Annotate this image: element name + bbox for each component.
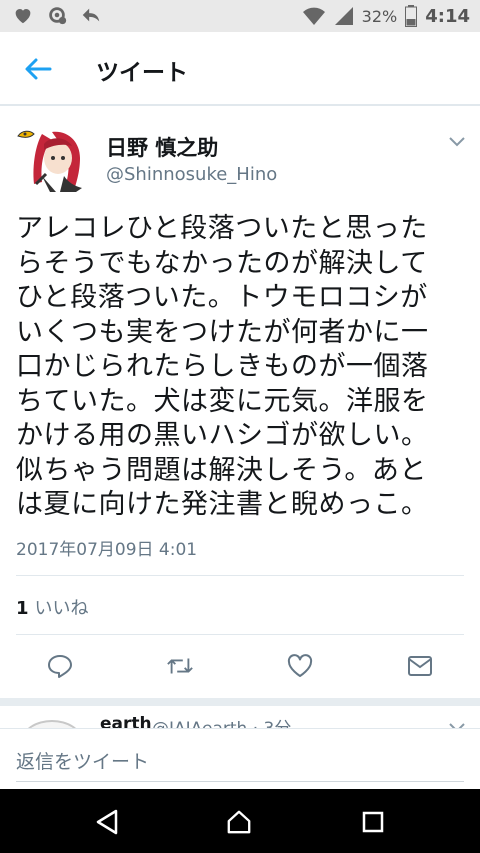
message-icon bbox=[408, 656, 432, 676]
avatar-illustration bbox=[16, 124, 90, 192]
next-tweet-user-name: earth bbox=[100, 714, 152, 728]
nav-back-button[interactable] bbox=[94, 809, 120, 835]
page-title: ツイート bbox=[96, 60, 188, 86]
tweet-line: 似ちゃう問題は解決しそう。あと bbox=[16, 454, 427, 486]
clock: 4:14 bbox=[425, 5, 470, 27]
likes-count: 1 bbox=[16, 598, 29, 619]
like-icon bbox=[287, 654, 313, 677]
back-button[interactable] bbox=[22, 54, 54, 84]
reply-input[interactable]: 返信をツイート bbox=[16, 747, 149, 774]
back-arrow-icon bbox=[25, 58, 52, 80]
tweet-line: かける用の黒いハシゴが欲しい。 bbox=[16, 420, 429, 451]
tweet-line: いくつも実をつけたが何者かに一 bbox=[16, 316, 429, 348]
app-bar: ツイート bbox=[0, 32, 480, 106]
retweet-icon bbox=[167, 658, 193, 674]
next-tweet-avatar bbox=[22, 720, 82, 728]
tweet-text: アレコレひと段落ついたと思った らそうでもなかったのが解決して ひと段落ついた。… bbox=[16, 212, 468, 523]
signal-icon bbox=[334, 7, 353, 25]
heart-icon bbox=[15, 9, 31, 24]
next-tweet-preview[interactable]: earth @IAIAearth · 3分 bbox=[0, 698, 480, 728]
avatar[interactable] bbox=[16, 124, 90, 192]
reply-bar: 返信をツイート bbox=[0, 728, 480, 788]
reply-arrow-icon bbox=[82, 8, 100, 22]
triangle-back-icon bbox=[96, 809, 118, 835]
retweet-button[interactable] bbox=[166, 652, 194, 680]
nav-recents-button[interactable] bbox=[360, 809, 386, 835]
status-bar: 32% 4:14 bbox=[0, 0, 480, 32]
divider bbox=[16, 634, 464, 635]
home-icon bbox=[227, 810, 251, 834]
tweet-actions bbox=[0, 646, 480, 686]
direct-message-button[interactable] bbox=[406, 652, 434, 680]
system-navigation-bar bbox=[0, 789, 480, 853]
battery-icon bbox=[405, 5, 418, 27]
reply-icon bbox=[48, 655, 72, 678]
reply-button[interactable] bbox=[46, 652, 74, 680]
reply-underline bbox=[16, 781, 464, 782]
user-handle[interactable]: @Shinnosuke_Hino bbox=[106, 164, 277, 185]
tweet-line: 口かじられたらしきものが一個落 bbox=[16, 351, 429, 382]
square-recents-icon bbox=[362, 811, 384, 833]
wifi-icon bbox=[302, 7, 325, 25]
divider bbox=[16, 575, 464, 576]
tweet-timestamp: 2017年07月09日 4:01 bbox=[16, 540, 198, 560]
likes-label: いいね bbox=[34, 598, 89, 619]
tweet-line: らそうでもなかったのが解決して bbox=[16, 247, 428, 279]
tweet-line: アレコレひと段落ついたと思った bbox=[16, 213, 428, 244]
next-tweet-handle: @IAIAearth · 3分 bbox=[152, 714, 291, 728]
likes-count-row[interactable]: 1 いいね bbox=[16, 594, 89, 620]
battery-percent: 32% bbox=[361, 6, 398, 26]
like-button[interactable] bbox=[286, 652, 314, 680]
tweet-line: は夏に向けた発注書と睨めっこ。 bbox=[16, 489, 429, 520]
tweet-line: ちていた。犬は変に元気。洋服を bbox=[16, 385, 429, 417]
settings-notification-icon bbox=[49, 7, 67, 25]
user-name[interactable]: 日野 慎之助 bbox=[106, 132, 218, 162]
tweet-line: ひと段落ついた。トウモロコシが bbox=[16, 282, 428, 313]
nav-home-button[interactable] bbox=[226, 809, 252, 835]
chevron-down-icon[interactable] bbox=[448, 136, 466, 148]
